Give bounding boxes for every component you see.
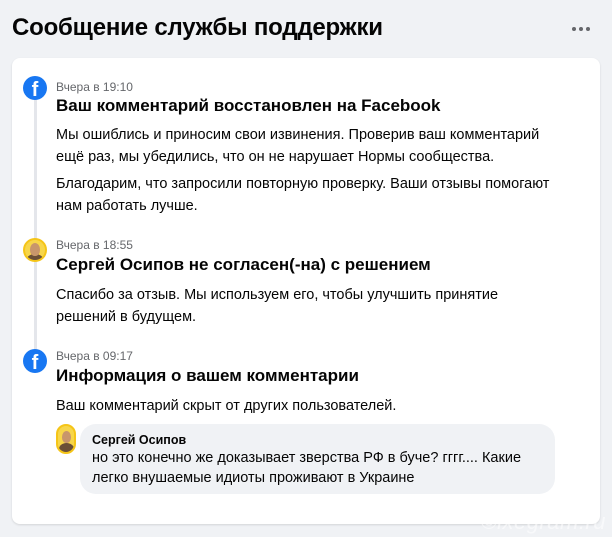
entry-title: Информация о вашем комментарии	[56, 366, 359, 385]
entry-paragraph: Мы ошиблись и приносим свои извинения. П…	[56, 127, 540, 165]
entry-timestamp: Вчера в 19:10	[56, 80, 133, 94]
entry-title: Ваш комментарий восстановлен на Facebook	[56, 96, 441, 115]
watermark: ©ixegram.ru	[480, 509, 606, 534]
entry-timestamp: Вчера в 18:55	[56, 238, 133, 252]
facebook-icon: f	[23, 349, 47, 373]
page-title: Сообщение службы поддержки	[12, 14, 383, 41]
more-horizontal-icon	[572, 27, 576, 31]
user-avatar[interactable]	[23, 238, 47, 262]
commenter-avatar[interactable]	[56, 424, 76, 454]
entry-timestamp: Вчера в 09:17	[56, 349, 133, 363]
comment-author[interactable]: Сергей Осипов	[92, 432, 543, 448]
comment-bubble: Сергей Осипов но это конечно же доказыва…	[80, 424, 555, 494]
more-options-button[interactable]	[572, 20, 590, 38]
entry-paragraph: Ваш комментарий скрыт от других пользова…	[56, 398, 397, 414]
timeline-line	[34, 98, 37, 366]
entry-title: Сергей Осипов не согласен(-на) с решение…	[56, 255, 431, 274]
page-header: Сообщение службы поддержки	[0, 0, 612, 56]
more-horizontal-icon-dot	[579, 27, 583, 31]
entry-paragraph: Спасибо за отзыв. Мы используем его, что…	[56, 287, 499, 325]
support-message-card: f Вчера в 19:10 Ваш комментарий восстано…	[12, 58, 600, 524]
comment-text: но это конечно же доказывает зверства РФ…	[92, 450, 522, 486]
facebook-icon: f	[23, 76, 47, 100]
more-horizontal-icon-dot	[586, 27, 590, 31]
entry-paragraph: Благодарим, что запросили повторную пров…	[56, 176, 550, 214]
